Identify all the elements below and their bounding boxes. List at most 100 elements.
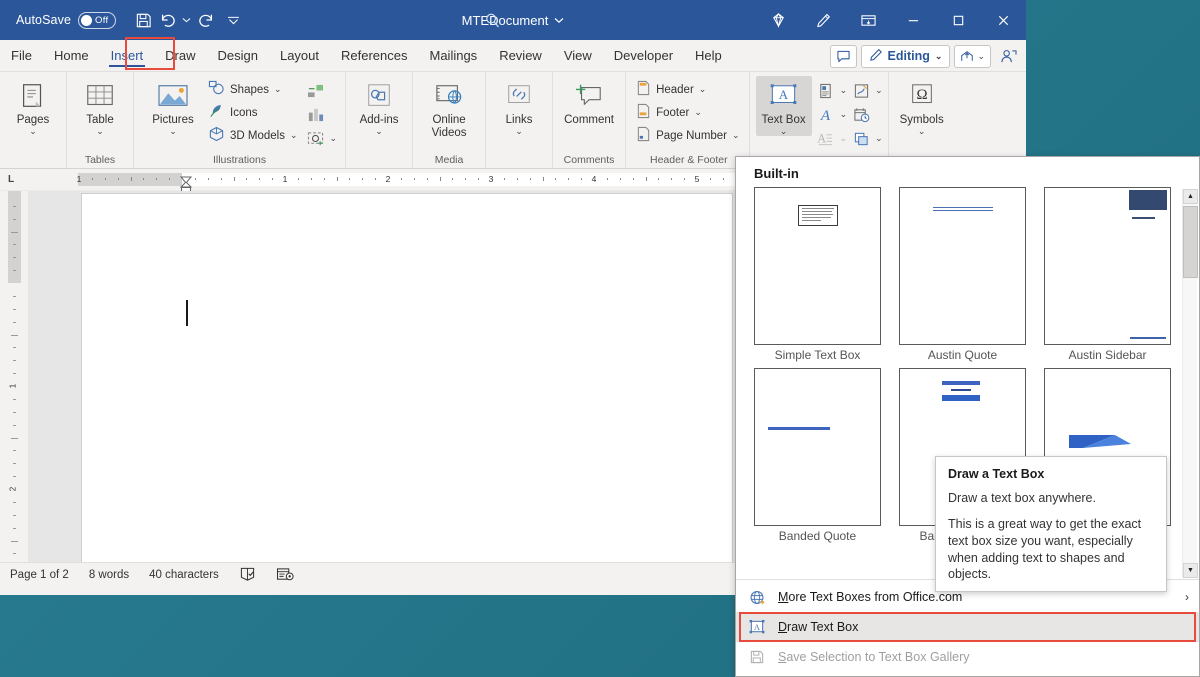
page-indicator[interactable]: Page 1 of 2	[0, 569, 79, 581]
vertical-ruler-tick	[13, 515, 16, 516]
document-title[interactable]: MTEDocument	[462, 13, 549, 28]
draw-text-box-tooltip: Draw a Text Box Draw a text box anywhere…	[935, 456, 1167, 592]
header-button[interactable]: Header ⌄	[634, 79, 744, 100]
text-group-icons-col1: ⌄ A ⌄ A ⌄	[814, 76, 848, 150]
drop-cap-icon[interactable]: A	[814, 128, 838, 150]
ruler-tick	[710, 178, 711, 180]
customize-quick-access-icon[interactable]	[221, 7, 245, 33]
svg-text:A: A	[820, 108, 831, 123]
autosave-control[interactable]: AutoSave Off	[16, 12, 116, 29]
tab-file[interactable]: File	[0, 40, 43, 71]
scrollbar-thumb[interactable]	[1183, 206, 1198, 278]
ruler-tick	[671, 178, 672, 180]
vertical-ruler-tick	[13, 528, 16, 529]
search-icon[interactable]	[480, 8, 504, 32]
ruler-tick	[440, 177, 441, 181]
gallery-scrollbar[interactable]: ▲ ▼	[1182, 189, 1197, 578]
tab-insert[interactable]: Insert	[100, 40, 155, 71]
chevron-down-icon[interactable]: ⌄	[330, 134, 338, 143]
tab-draw[interactable]: Draw	[154, 40, 206, 71]
symbols-button[interactable]: Ω Symbols ⌄	[894, 76, 950, 136]
tab-review[interactable]: Review	[488, 40, 553, 71]
minimize-button[interactable]	[891, 0, 936, 40]
share-button[interactable]: ⌄	[954, 45, 991, 68]
online-videos-button[interactable]: Online Videos	[418, 76, 480, 140]
editing-mode-button[interactable]: Editing ⌄	[861, 45, 951, 68]
illustrations-icon-column: ⌄	[304, 76, 338, 150]
tab-developer[interactable]: Developer	[603, 40, 684, 71]
svg-text:A: A	[779, 87, 789, 102]
quick-parts-icon[interactable]	[814, 80, 838, 102]
ruler-tick	[620, 178, 621, 180]
scroll-down-button[interactable]: ▼	[1183, 563, 1198, 578]
vertical-ruler-tick	[11, 232, 18, 233]
pages-button[interactable]: Pages ⌄	[5, 76, 61, 136]
autosave-toggle[interactable]: Off	[78, 12, 116, 29]
tab-references[interactable]: References	[330, 40, 418, 71]
gallery-item-austin-quote[interactable]: Austin Quote	[890, 187, 1035, 362]
scroll-up-button[interactable]: ▲	[1183, 189, 1198, 204]
tab-layout[interactable]: Layout	[269, 40, 330, 71]
3d-models-button[interactable]: 3D Models ⌄	[206, 125, 302, 146]
document-title-chevron-icon[interactable]	[554, 13, 564, 27]
comment-button[interactable]: Comment	[558, 76, 620, 127]
date-time-icon[interactable]	[849, 104, 873, 126]
accessibility-checker-icon[interactable]	[266, 567, 304, 582]
tab-view[interactable]: View	[553, 40, 603, 71]
footer-button[interactable]: Footer ⌄	[634, 102, 744, 123]
tab-design[interactable]: Design	[207, 40, 269, 71]
chevron-down-icon[interactable]: ⌄	[875, 134, 883, 143]
text-box-button[interactable]: A Text Box ⌄	[756, 76, 812, 136]
signature-line-icon[interactable]	[849, 80, 873, 102]
gallery-item-simple-text-box[interactable]: Simple Text Box	[745, 187, 890, 362]
gallery-item-banded-quote[interactable]: Banded Quote	[745, 368, 890, 543]
page-number-button[interactable]: Page Number ⌄	[634, 125, 744, 146]
menu-item-draw-text-box[interactable]: A Draw Text Box	[736, 612, 1199, 642]
save-icon[interactable]	[130, 7, 156, 33]
group-label-header-footer: Header & Footer	[634, 154, 744, 168]
shapes-label: Shapes	[230, 84, 269, 96]
add-ins-button[interactable]: Add-ins ⌄	[351, 76, 407, 136]
gallery-item-austin-sidebar[interactable]: Austin Sidebar	[1035, 187, 1180, 362]
comments-button[interactable]	[830, 45, 857, 68]
shapes-button[interactable]: Shapes ⌄	[206, 79, 302, 100]
screenshot-icon[interactable]	[304, 128, 328, 150]
tab-stop-selector[interactable]: L	[0, 169, 22, 191]
smartart-icon[interactable]	[304, 80, 328, 102]
object-icon[interactable]	[849, 128, 873, 150]
icons-button[interactable]: Icons	[206, 102, 302, 123]
present-button[interactable]	[995, 45, 1022, 68]
vertical-ruler[interactable]: 12	[0, 191, 28, 562]
word-count[interactable]: 8 words	[79, 569, 139, 581]
ruler-tick	[246, 178, 247, 180]
thumbnail-banded-quote	[754, 368, 881, 526]
wordart-icon[interactable]: A	[814, 104, 838, 126]
ruler-tick	[646, 177, 647, 181]
table-button[interactable]: Table ⌄	[72, 76, 128, 136]
undo-dropdown-icon[interactable]	[180, 7, 193, 33]
tab-home[interactable]: Home	[43, 40, 100, 71]
pen-icon[interactable]	[801, 0, 846, 40]
close-button[interactable]	[981, 0, 1026, 40]
chart-icon[interactable]	[304, 104, 328, 126]
gallery-caption: Banded Quote	[779, 529, 856, 543]
undo-icon[interactable]	[156, 7, 180, 33]
diamond-icon[interactable]	[756, 0, 801, 40]
maximize-button[interactable]	[936, 0, 981, 40]
document-page[interactable]	[81, 193, 733, 562]
chevron-down-icon[interactable]: ⌄	[840, 86, 848, 95]
tab-help[interactable]: Help	[684, 40, 733, 71]
add-ins-icon	[364, 79, 394, 113]
pictures-button[interactable]: Pictures ⌄	[142, 76, 204, 136]
proofing-errors-icon[interactable]	[229, 567, 266, 582]
ruler-track[interactable]: 112345	[78, 173, 738, 186]
links-button[interactable]: Links ⌄	[491, 76, 547, 136]
ribbon-display-options-icon[interactable]	[846, 0, 891, 40]
tab-mailings[interactable]: Mailings	[419, 40, 489, 71]
redo-icon[interactable]	[193, 7, 219, 33]
vertical-ruler-tick	[13, 502, 16, 503]
chevron-down-icon[interactable]: ⌄	[875, 86, 883, 95]
character-count[interactable]: 40 characters	[139, 569, 229, 581]
chevron-down-icon[interactable]: ⌄	[840, 110, 848, 119]
autosave-state-label: Off	[95, 15, 108, 26]
